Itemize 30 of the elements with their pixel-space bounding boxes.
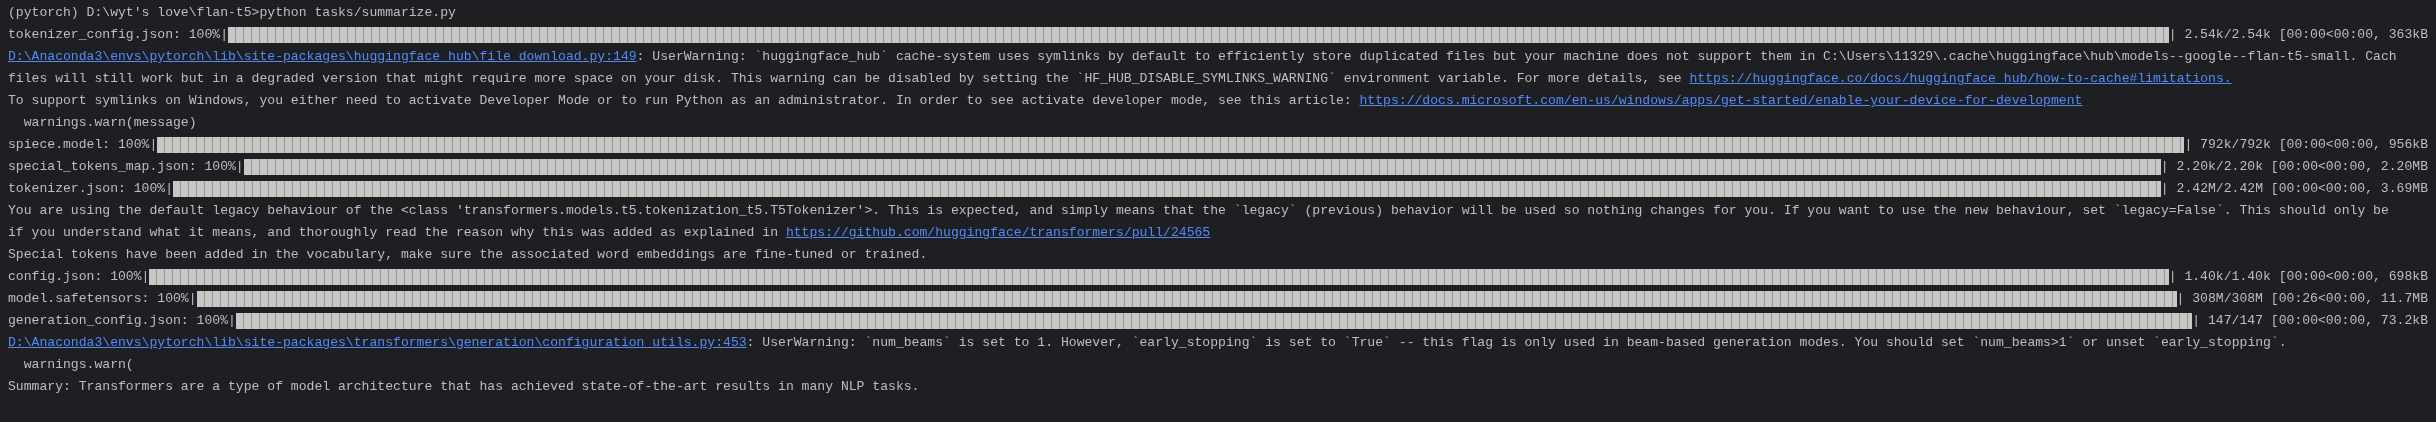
progress-label: generation_config.json: 100%| xyxy=(8,312,236,330)
output-line: (pytorch) D:\wyt's love\flan-t5>python tasks/summarize.py xyxy=(8,4,457,22)
file-link[interactable]: https://docs.microsoft.com/en-us/windows/apps/get-started/enable-your-device-for-development xyxy=(1359,93,2083,108)
output-line: D:\Anaconda3\envs\pytorch\lib\site-packages\transformers\generation\configuration_utils.py:453: UserWarning: `num_beams` is set to 1. However, `early_stopping` is set to `True` -- this flag is only used in beam-based generation modes. You should set `num_beams>1` or unset `early_stopping`. xyxy=(8,334,2288,352)
output-line: To support symlinks on Windows, you either need to activate Developer Mode or to run Python as an administrator. In order to see activate developer mode, see this article: https://docs.microsoft.com/en-us/windows/apps/get-started/enable-your-device-for-development xyxy=(8,92,2084,110)
output-line: Summary: Transformers are a type of model architecture that has achieved state-of-the-art results in many NLP tasks. xyxy=(8,378,921,396)
file-link[interactable]: D:\Anaconda3\envs\pytorch\lib\site-packages\transformers\generation\configuration_utils.py:453 xyxy=(8,335,747,350)
progress-label: spiece.model: 100%| xyxy=(8,136,158,154)
progress-stats: | 308M/308M [00:26<00:00, 11.7MB xyxy=(2176,290,2428,308)
progress-stats: | 2.42M/2.42M [00:00<00:00, 3.69MB xyxy=(2160,180,2428,198)
progress-stats: | 792k/792k [00:00<00:00, 956kB xyxy=(2184,136,2428,154)
output-line: warnings.warn(message) xyxy=(22,114,198,132)
progress-stats: | 1.40k/1.40k [00:00<00:00, 698kB xyxy=(2168,268,2428,286)
file-link[interactable]: D:\Anaconda3\envs\pytorch\lib\site-packages\huggingface_hub\file_download.py:149 xyxy=(8,49,637,64)
progress-label: config.json: 100%| xyxy=(8,268,150,286)
file-link[interactable]: https://huggingface.co/docs/huggingface_hub/how-to-cache#limitations. xyxy=(1689,71,2232,86)
progress-stats: | 2.20k/2.20k [00:00<00:00, 2.20MB xyxy=(2160,158,2428,176)
progress-label: tokenizer_config.json: 100%| xyxy=(8,26,228,44)
progress-label: model.safetensors: 100%| xyxy=(8,290,197,308)
output-line: Special tokens have been added in the vocabulary, make sure the associated word embeddings are fine-tuned or trained. xyxy=(8,246,929,264)
output-line: files will still work but in a degraded version that might require more space on your disk. This warning can be disabled by setting the `HF_HUB_DISABLE_SYMLINKS_WARNING` environment variable. For more details, see https://huggingface.co/docs/huggingface_hub/how-to-cache#limitations. xyxy=(8,70,2233,88)
progress-stats: | 147/147 [00:00<00:00, 73.2kB xyxy=(2192,312,2428,330)
progress-label: special_tokens_map.json: 100%| xyxy=(8,158,244,176)
file-link[interactable]: https://github.com/huggingface/transformers/pull/24565 xyxy=(785,225,1211,240)
output-line: You are using the default legacy behaviour of the <class 'transformers.models.t5.tokenization_t5.T5Tokenizer'>. This is expected, and simply means that the `legacy` (previous) behavior will be used so nothing changes for you. If you want to use the new behaviour, set `legacy=False`. This should only be xyxy=(8,202,2390,220)
output-line: D:\Anaconda3\envs\pytorch\lib\site-packages\huggingface_hub\file_download.py:149: UserWarning: `huggingface_hub` cache-system uses symlinks by default to efficiently store duplicated files but your machine does not support them in C:\Users\11329\.cache\huggingface\hub\models--google--flan-t5-small. Cach xyxy=(8,48,2398,66)
output-line: warnings.warn( xyxy=(22,356,135,374)
progress-label: tokenizer.json: 100%| xyxy=(8,180,173,198)
output-line: if you understand what it means, and thoroughly read the reason why this was added as explained in https://github.com/huggingface/transformers/pull/24565 xyxy=(8,224,1212,242)
progress-stats: | 2.54k/2.54k [00:00<00:00, 363kB xyxy=(2168,26,2428,44)
